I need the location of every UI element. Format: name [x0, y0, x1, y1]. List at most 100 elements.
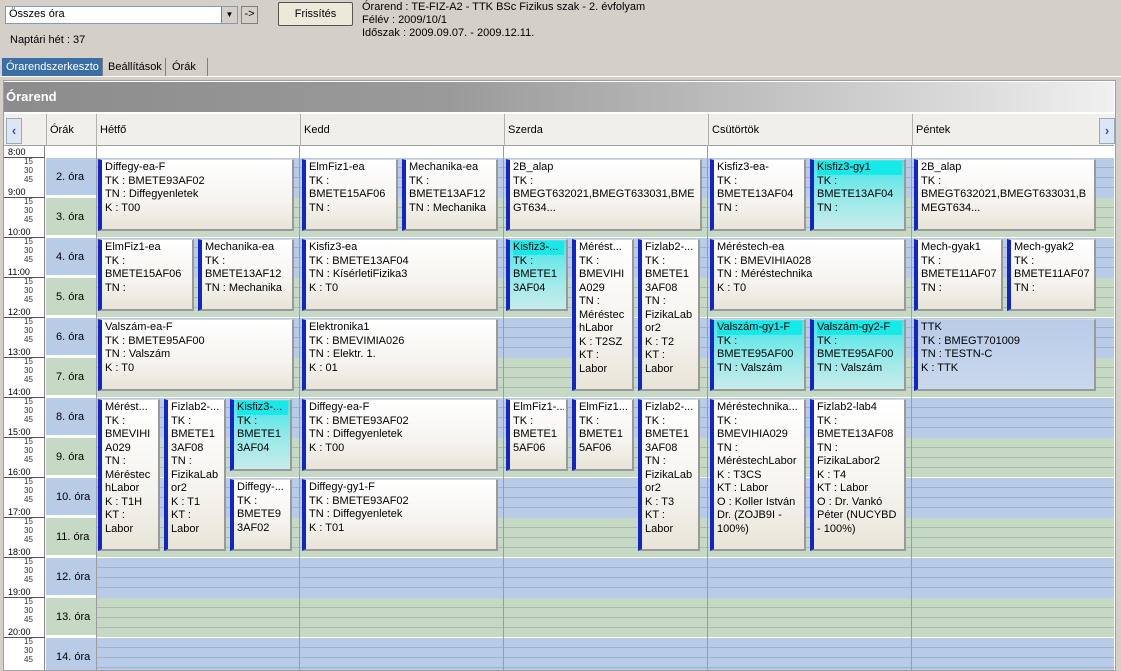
header-times: Órák — [46, 114, 96, 146]
course-title: Fizlab2-... — [645, 241, 694, 253]
course-title: Méréstech-ea — [717, 241, 785, 253]
minute-tick: 15 — [24, 637, 33, 646]
course-card[interactable]: Fizlab2-... TK : BMETE1 3AF08 TN : Fizika… — [638, 239, 700, 391]
course-details: TK : BMEVIHI A029 TN : Méréstec hLabor K… — [105, 414, 151, 535]
course-card[interactable]: Diffegy-ea-F TK : BMETE93AF02 TN : Diffeg… — [98, 159, 294, 231]
minute-tick: 45 — [24, 215, 33, 224]
course-card[interactable]: Mérést... TK : BMEVIHI A029 TN : Méréstec… — [572, 239, 634, 391]
course-card[interactable]: 2B_alap TK : BMEGT632021,BMEGT633031,BMEG… — [506, 159, 702, 231]
minute-tick: 15 — [24, 437, 33, 446]
course-card[interactable]: Mérést... TK : BMEVIHI A029 TN : Méréstec… — [98, 399, 160, 551]
course-card[interactable]: Méréstechnika... TK : BMEVIHIA029 TN : Mé… — [710, 399, 806, 551]
course-card[interactable]: Elektronika1 TK : BMEVIMIA026 TN : Elektr… — [302, 319, 498, 391]
course-details: TK : BMETE1 5AF06 — [579, 414, 624, 454]
course-title: Diffegy-... — [237, 481, 284, 493]
minute-tick: 45 — [24, 175, 33, 184]
course-title: Fizlab2-lab4 — [817, 401, 877, 413]
course-details: TK : BMETE1 3AF04 — [237, 414, 282, 454]
minute-tick: 45 — [24, 655, 33, 664]
course-card[interactable]: Kisfiz3-... TK : BMETE1 3AF04 — [230, 399, 292, 471]
course-card[interactable]: Kisfiz3-... TK : BMETE1 3AF04 — [506, 239, 568, 311]
quarter-line — [96, 607, 1114, 608]
period-band[interactable] — [96, 558, 1114, 598]
minute-tick: 30 — [24, 286, 33, 295]
view-select-value: Összes óra — [9, 8, 65, 20]
course-card[interactable]: ElmFiz1... TK : BMETE1 5AF06 — [572, 399, 634, 471]
course-title: ElmFiz1-... — [513, 401, 564, 413]
course-title: Fizlab2-... — [171, 401, 220, 413]
chevron-down-icon[interactable]: ▼ — [221, 7, 237, 23]
minute-tick: 45 — [24, 375, 33, 384]
tab-divider — [0, 76, 1121, 77]
period-band[interactable] — [96, 598, 1114, 638]
minute-tick: 30 — [24, 526, 33, 535]
chevron-left-icon: ‹ — [11, 123, 17, 138]
refresh-button[interactable]: Frissítés — [278, 2, 353, 26]
period-label: 2. óra — [46, 158, 96, 196]
course-card[interactable]: Valszám-ea-F TK : BMETE95AF00 TN : Valszá… — [98, 319, 294, 391]
hour-label: 18:00 — [8, 547, 31, 557]
day-header: ‹ Órák Hétfő Kedd Szerda Csütörtök Pénte… — [4, 114, 1115, 146]
course-card[interactable]: Méréstech-ea TK : BMEVIHIA028 TN : Mérést… — [710, 239, 906, 311]
course-title: Kisfiz3-... — [237, 401, 288, 415]
course-title: ElmFiz1-ea — [309, 161, 365, 173]
course-card[interactable]: Mech-gyak2 TK : BMETE11AF07 TN : — [1007, 239, 1096, 311]
hour-label: 9:00 — [8, 187, 26, 197]
course-details: TK : BMETE1 3AF08 TN : FizikaLab or2 K :… — [645, 414, 693, 535]
course-details: TK : BMEGT701009 TN : TESTN-C K : TTK — [921, 334, 1021, 374]
minute-tick: 45 — [24, 615, 33, 624]
course-card[interactable]: Fizlab2-... TK : BMETE1 3AF08 TN : Fizika… — [638, 399, 700, 551]
next-week-button[interactable]: › — [1099, 118, 1115, 144]
quarter-line — [96, 567, 1114, 568]
day-column-separator — [503, 146, 504, 670]
hour-label: 19:00 — [8, 587, 31, 597]
course-card[interactable]: ElmFiz1-ea TK : BMETE15AF06 TN : — [302, 159, 398, 231]
tab-beallitasok[interactable]: Beállítások — [104, 58, 166, 76]
minute-tick: 30 — [24, 646, 33, 655]
hour-label: 16:00 — [8, 467, 31, 477]
course-title: Mechanika-ea — [409, 161, 479, 173]
course-card[interactable]: Mechanika-ea TK : BMETE13AF12 TN : Mechan… — [198, 239, 294, 311]
course-title: Mérést... — [579, 241, 622, 253]
go-button[interactable]: -> — [241, 6, 258, 24]
period-label: 11. óra — [46, 518, 96, 556]
course-title: Valszám-gy2-F — [817, 321, 902, 335]
course-card[interactable]: ElmFiz1-ea TK : BMETE15AF06 TN : — [98, 239, 194, 311]
course-card[interactable]: Diffegy-ea-F TK : BMETE93AF02 TN : Diffeg… — [302, 399, 498, 471]
hour-label: 8:00 — [8, 147, 26, 157]
course-card[interactable]: Mechanika-ea TK : BMETE13AF12 TN : Mechan… — [402, 159, 498, 231]
course-card[interactable]: Fizlab2-... TK : BMETE1 3AF08 TN : Fizika… — [164, 399, 226, 551]
course-card[interactable]: 2B_alap TK : BMEGT632021,BMEGT633031,BMEG… — [914, 159, 1096, 231]
course-card[interactable]: Kisfiz3-ea TK : BMETE13AF04 TN : Kísérlet… — [302, 239, 498, 311]
course-card[interactable]: Diffegy-gy1-F TK : BMETE93AF02 TN : Diffe… — [302, 479, 498, 551]
course-details: TK : BMETE1 3AF08 TN : FizikaLab or2 K :… — [645, 254, 693, 375]
course-title: TTK — [921, 321, 942, 333]
course-card[interactable]: Fizlab2-lab4 TK : BMETE13AF08 TN : Fizika… — [810, 399, 906, 551]
course-details: TK : BMEVIMIA026 TN : Elektr. 1. K : 01 — [309, 334, 405, 374]
period-label: 3. óra — [46, 198, 96, 236]
course-details: TK : BMETE95AF00 TN : Valszám — [817, 334, 894, 374]
period-label: 8. óra — [46, 398, 96, 436]
minute-tick: 45 — [24, 335, 33, 344]
course-card[interactable]: ElmFiz1-... TK : BMETE1 5AF06 — [506, 399, 568, 471]
course-card[interactable]: Kisfiz3-gy1 TK : BMETE13AF04 TN : — [810, 159, 906, 231]
quarter-line — [96, 667, 1114, 668]
course-title: Fizlab2-... — [645, 401, 694, 413]
course-card[interactable]: Valszám-gy1-F TK : BMETE95AF00 TN : Valsz… — [710, 319, 806, 391]
course-card[interactable]: Valszám-gy2-F TK : BMETE95AF00 TN : Valsz… — [810, 319, 906, 391]
view-select[interactable]: Összes óra ▼ — [5, 6, 238, 24]
tab-orak[interactable]: Órák — [168, 58, 208, 76]
prev-week-button[interactable]: ‹ — [6, 118, 22, 144]
course-details: TK : BMETE9 3AF02 — [237, 494, 282, 534]
course-details: TK : BMETE13AF12 TN : Mechanika — [409, 174, 487, 214]
period-band[interactable] — [96, 638, 1114, 670]
course-title: ElmFiz1-ea — [105, 241, 161, 253]
course-card[interactable]: Mech-gyak1 TK : BMETE11AF07 TN : — [914, 239, 1003, 311]
tab-orarendszerkeszto[interactable]: Órarendszerkeszto — [2, 58, 103, 76]
course-card[interactable]: Kisfiz3-ea- TK : BMETE13AF04 TN : — [710, 159, 806, 231]
course-card[interactable]: TTK TK : BMEGT701009 TN : TESTN-C K : TTK — [914, 319, 1096, 391]
minute-tick: 15 — [24, 557, 33, 566]
timetable-banner: Órarend — [4, 82, 1114, 112]
minute-tick: 30 — [24, 446, 33, 455]
course-card[interactable]: Diffegy-... TK : BMETE9 3AF02 — [230, 479, 292, 551]
